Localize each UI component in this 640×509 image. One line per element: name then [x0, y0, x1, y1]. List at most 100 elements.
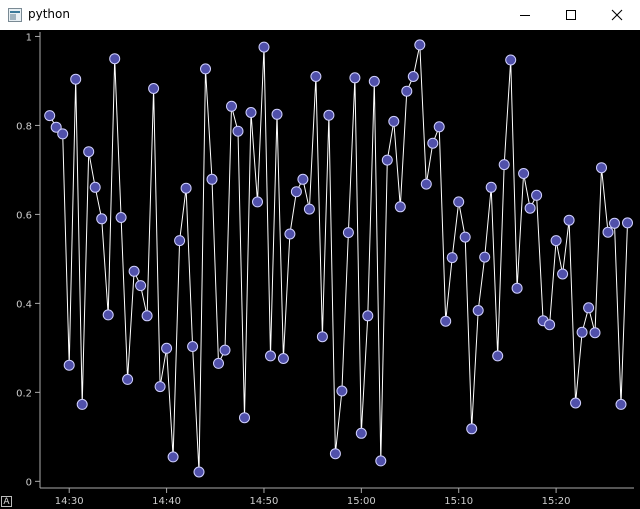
data-point — [200, 63, 211, 75]
data-point — [290, 186, 302, 198]
data-point — [622, 217, 633, 229]
data-point — [232, 125, 244, 137]
data-point — [388, 115, 400, 127]
python-app-icon — [8, 8, 22, 22]
data-point — [498, 159, 510, 171]
data-point — [63, 359, 75, 371]
data-point — [420, 178, 432, 190]
data-point — [479, 251, 491, 263]
data-point — [375, 455, 387, 467]
data-point — [472, 305, 484, 316]
app-window: python 0 0.2 0.4 0.6 0.8 1 14:30 14:40 14:50 15:0… — [0, 0, 640, 509]
data-point — [381, 154, 393, 166]
data-point — [550, 235, 562, 247]
data-point — [277, 353, 289, 364]
data-point — [414, 39, 426, 51]
data-point — [609, 217, 620, 229]
data-point — [459, 231, 471, 243]
data-point — [303, 203, 315, 215]
data-point — [557, 268, 569, 280]
data-point — [323, 109, 335, 121]
data-point — [44, 110, 56, 122]
data-point — [576, 326, 588, 338]
data-point — [329, 448, 341, 460]
title-bar[interactable]: python — [0, 0, 640, 30]
data-point — [174, 235, 186, 247]
minimize-button[interactable] — [502, 0, 548, 30]
data-point — [349, 72, 361, 84]
x-tick-label: 14:40 — [152, 496, 181, 507]
plot-area[interactable]: 0 0.2 0.4 0.6 0.8 1 14:30 14:40 14:50 15:00 15:10 1… — [0, 30, 640, 509]
data-point — [226, 100, 237, 112]
data-point — [271, 108, 283, 120]
data-point — [122, 373, 134, 385]
data-point — [167, 451, 179, 463]
data-point — [466, 423, 478, 435]
x-tick-label: 14:50 — [250, 496, 279, 507]
data-point — [407, 71, 419, 82]
data-point — [336, 385, 348, 397]
data-point — [342, 227, 354, 239]
data-point — [394, 201, 406, 213]
data-point — [440, 315, 452, 327]
data-point — [427, 137, 439, 149]
data-point — [109, 53, 121, 65]
data-point — [57, 128, 69, 140]
x-tick-label: 14:30 — [55, 496, 84, 507]
close-button[interactable] — [594, 0, 640, 30]
y-tick-label: 1 — [26, 32, 32, 43]
data-point — [102, 309, 114, 321]
data-point — [115, 212, 127, 223]
data-point — [583, 302, 595, 314]
data-point — [505, 54, 517, 66]
data-point — [615, 398, 627, 410]
data-point — [570, 397, 582, 409]
data-point — [602, 226, 614, 238]
series-line — [49, 44, 628, 473]
data-point — [433, 121, 445, 133]
data-point — [492, 350, 504, 362]
data-point — [362, 310, 374, 322]
data-point — [135, 280, 147, 292]
y-tick-label: 0.8 — [16, 121, 32, 132]
data-point — [589, 327, 601, 339]
maximize-icon — [566, 10, 576, 20]
maximize-button[interactable] — [548, 0, 594, 30]
y-tick-label: 0.4 — [16, 299, 32, 310]
y-tick-label: 0.2 — [16, 388, 32, 399]
data-point — [297, 173, 309, 185]
data-point — [128, 265, 140, 277]
data-point — [187, 341, 199, 352]
x-tick-label: 15:10 — [444, 496, 473, 507]
data-point — [368, 75, 380, 87]
data-point — [180, 182, 192, 194]
data-point — [524, 202, 536, 214]
minimize-icon — [520, 15, 530, 16]
data-point — [219, 344, 231, 356]
data-point — [316, 331, 328, 343]
y-tick-label: 0.6 — [16, 210, 32, 221]
data-point — [258, 41, 270, 53]
data-point — [154, 381, 166, 393]
data-point — [161, 342, 173, 354]
y-tick-label: 0 — [26, 477, 32, 488]
auto-range-button[interactable]: A — [1, 496, 12, 507]
data-point — [89, 181, 101, 193]
data-point — [265, 350, 276, 362]
data-point — [193, 466, 205, 478]
data-point — [284, 228, 296, 240]
data-point — [453, 196, 465, 208]
data-point — [206, 173, 218, 185]
data-point — [563, 214, 575, 226]
x-tick-label: 15:00 — [347, 496, 376, 507]
data-point — [446, 252, 458, 264]
data-point — [252, 196, 263, 208]
data-point — [401, 85, 413, 97]
close-icon — [611, 9, 623, 21]
data-point — [70, 73, 82, 85]
data-point — [511, 282, 523, 294]
plot-axes: 0 0.2 0.4 0.6 0.8 1 14:30 14:40 14:50 15:00 15:10 1… — [16, 32, 634, 507]
window-title: python — [28, 7, 70, 21]
x-tick-label: 15:20 — [542, 496, 571, 507]
data-point — [596, 162, 607, 174]
